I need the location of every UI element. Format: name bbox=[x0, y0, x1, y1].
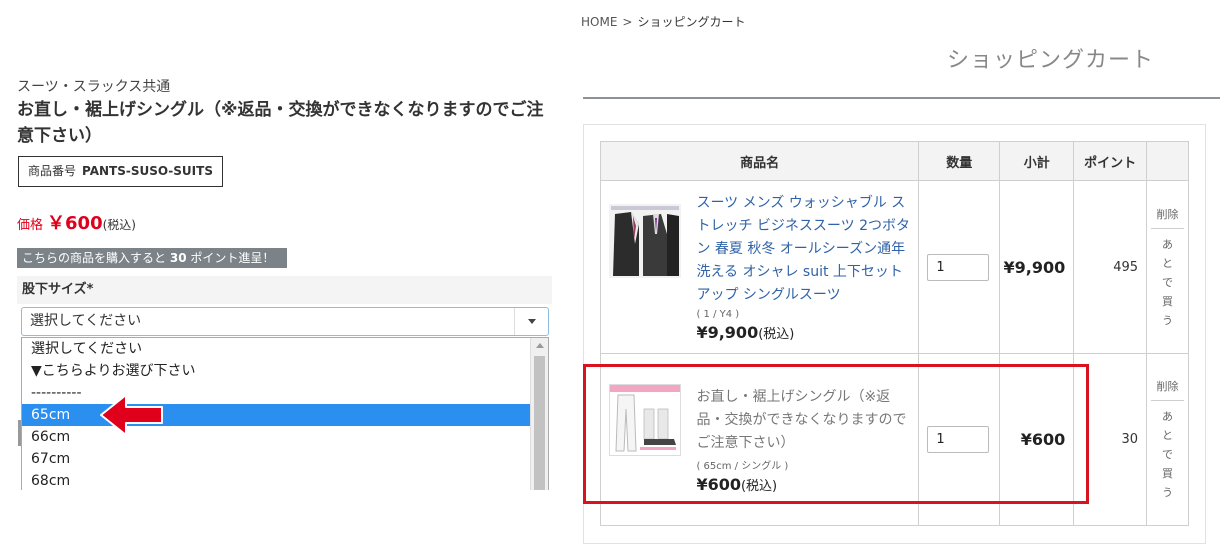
cart-item-name-link[interactable]: スーツ メンズ ウォッシャブル ストレッチ ビジネススーツ 2つボタン 春夏 秋… bbox=[688, 184, 918, 307]
cart-item-name-link[interactable]: お直し・裾上げシングル（※返品・交換ができなくなりますのでご注意下さい） bbox=[688, 378, 918, 455]
price-label: 価格 bbox=[17, 218, 44, 233]
chevron-down-icon[interactable] bbox=[514, 308, 548, 335]
cart-item-details: スーツ メンズ ウォッシャブル ストレッチ ビジネススーツ 2つボタン 春夏 秋… bbox=[688, 180, 920, 354]
cart-row: スーツ メンズ ウォッシャブル ストレッチ ビジネススーツ 2つボタン 春夏 秋… bbox=[600, 180, 1189, 354]
cart-item-variant: ( 1 / Y4 ) bbox=[696, 309, 740, 320]
product-detail-panel: スーツ・スラックス共通 お直し・裾上げシングル（※返品・交換ができなくなりますの… bbox=[10, 0, 555, 490]
cart-item-image-cell bbox=[600, 180, 689, 354]
product-code-label: 商品番号 bbox=[28, 164, 77, 178]
scroll-up-icon[interactable] bbox=[536, 343, 544, 348]
cart-item-variant: ( 65cm / シングル ) bbox=[696, 460, 789, 472]
cart-item-details: お直し・裾上げシングル（※返品・交換ができなくなりますのでご注意下さい） ( 6… bbox=[688, 353, 920, 526]
cart-item-price: ¥600(税込) bbox=[688, 472, 918, 502]
size-option[interactable]: 選択してください bbox=[22, 338, 530, 360]
breadcrumb-current: ショッピングカート bbox=[637, 15, 746, 29]
price-amount: ￥600 bbox=[47, 213, 103, 234]
size-option[interactable]: ---------- bbox=[22, 382, 530, 404]
point-banner: こちらの商品を購入すると 30 ポイント進呈！ bbox=[17, 248, 287, 268]
header-actions bbox=[1146, 141, 1189, 181]
cart-row: お直し・裾上げシングル（※返品・交換ができなくなりますのでご注意下さい） ( 6… bbox=[600, 353, 1189, 526]
size-option-selected[interactable]: 65cm bbox=[22, 404, 530, 426]
cart-item-tax: (税込) bbox=[758, 327, 795, 342]
page-title: ショッピングカート bbox=[947, 48, 1155, 73]
buy-later-link[interactable]: あとで買う bbox=[1162, 407, 1174, 502]
breadcrumb-home[interactable]: HOME bbox=[581, 15, 617, 29]
cart-item-point: 30 bbox=[1073, 353, 1148, 526]
header-product-name: 商品名 bbox=[599, 141, 920, 181]
size-option[interactable]: ▼こちらよりお選び下さい bbox=[22, 360, 530, 382]
arrow-left-icon bbox=[100, 394, 163, 436]
dropdown-scrollbar[interactable] bbox=[530, 338, 548, 490]
cart-item-price-value: ¥9,900 bbox=[696, 323, 759, 342]
title-divider bbox=[583, 97, 1220, 99]
size-option[interactable]: 67cm bbox=[22, 448, 530, 470]
product-code: PANTS-SUSO-SUITS bbox=[82, 164, 213, 178]
buy-later-link[interactable]: あとで買う bbox=[1162, 235, 1174, 330]
breadcrumb: HOME > ショッピングカート bbox=[581, 13, 745, 30]
delete-link[interactable]: 削除 bbox=[1147, 205, 1188, 228]
scrollbar-thumb[interactable] bbox=[534, 356, 545, 490]
size-option[interactable]: 68cm bbox=[22, 470, 530, 490]
quantity-input[interactable]: 1 bbox=[927, 426, 990, 453]
cart-item-point: 495 bbox=[1073, 180, 1148, 354]
cart-item-image-cell bbox=[600, 353, 689, 526]
cart-item-qty-cell: 1 bbox=[918, 353, 1001, 526]
breadcrumb-separator: > bbox=[622, 15, 633, 29]
product-category: スーツ・スラックス共通 bbox=[17, 79, 171, 95]
header-point: ポイント bbox=[1073, 141, 1148, 181]
cart-header-row: 商品名 数量 小計 ポイント bbox=[599, 141, 1189, 181]
product-title: お直し・裾上げシングル（※返品・交換ができなくなりますのでご注意下さい） bbox=[17, 100, 544, 146]
cart-item-subtotal: ¥9,900 bbox=[999, 180, 1075, 354]
cart-item-qty-cell: 1 bbox=[918, 180, 1001, 354]
action-divider bbox=[1151, 227, 1184, 229]
cart-item-price: ¥9,900(税込) bbox=[688, 320, 918, 350]
cart-item-subtotal: ¥600 bbox=[999, 353, 1075, 526]
cart-item-price-value: ¥600 bbox=[696, 474, 741, 494]
header-subtotal: 小計 bbox=[999, 141, 1075, 181]
product-code-box: 商品番号 PANTS-SUSO-SUITS bbox=[18, 156, 223, 187]
hem-alteration-thumbnail[interactable] bbox=[609, 383, 681, 456]
action-divider bbox=[1151, 400, 1184, 401]
size-option[interactable]: 66cm bbox=[22, 426, 530, 448]
cart-item-actions: 削除 あとで買う bbox=[1146, 353, 1189, 526]
point-text-post: ポイント進呈！ bbox=[190, 251, 275, 265]
cart-item-actions: 削除 あとで買う bbox=[1146, 180, 1189, 354]
suit-product-thumbnail[interactable] bbox=[609, 204, 681, 278]
header-qty: 数量 bbox=[918, 141, 1001, 181]
cart-table: 商品名 数量 小計 ポイント スーツ メンズ ウォッシャブル ストレッチ ビジネ… bbox=[599, 141, 1189, 526]
size-label-row: 股下サイズ* bbox=[17, 276, 552, 304]
size-select-value: 選択してください bbox=[30, 313, 142, 329]
product-price: 価格 ￥600(税込) bbox=[17, 209, 136, 235]
size-select[interactable]: 選択してください bbox=[21, 307, 549, 336]
cart-item-tax: (税込) bbox=[740, 478, 778, 494]
size-label: 股下サイズ bbox=[22, 282, 87, 297]
quantity-input[interactable]: 1 bbox=[927, 253, 990, 281]
point-text-pre: こちらの商品を購入すると bbox=[22, 251, 167, 265]
price-tax: (税込) bbox=[102, 218, 136, 232]
point-value: 30 bbox=[169, 251, 187, 265]
delete-link[interactable]: 削除 bbox=[1147, 377, 1188, 400]
required-mark: * bbox=[86, 282, 94, 297]
